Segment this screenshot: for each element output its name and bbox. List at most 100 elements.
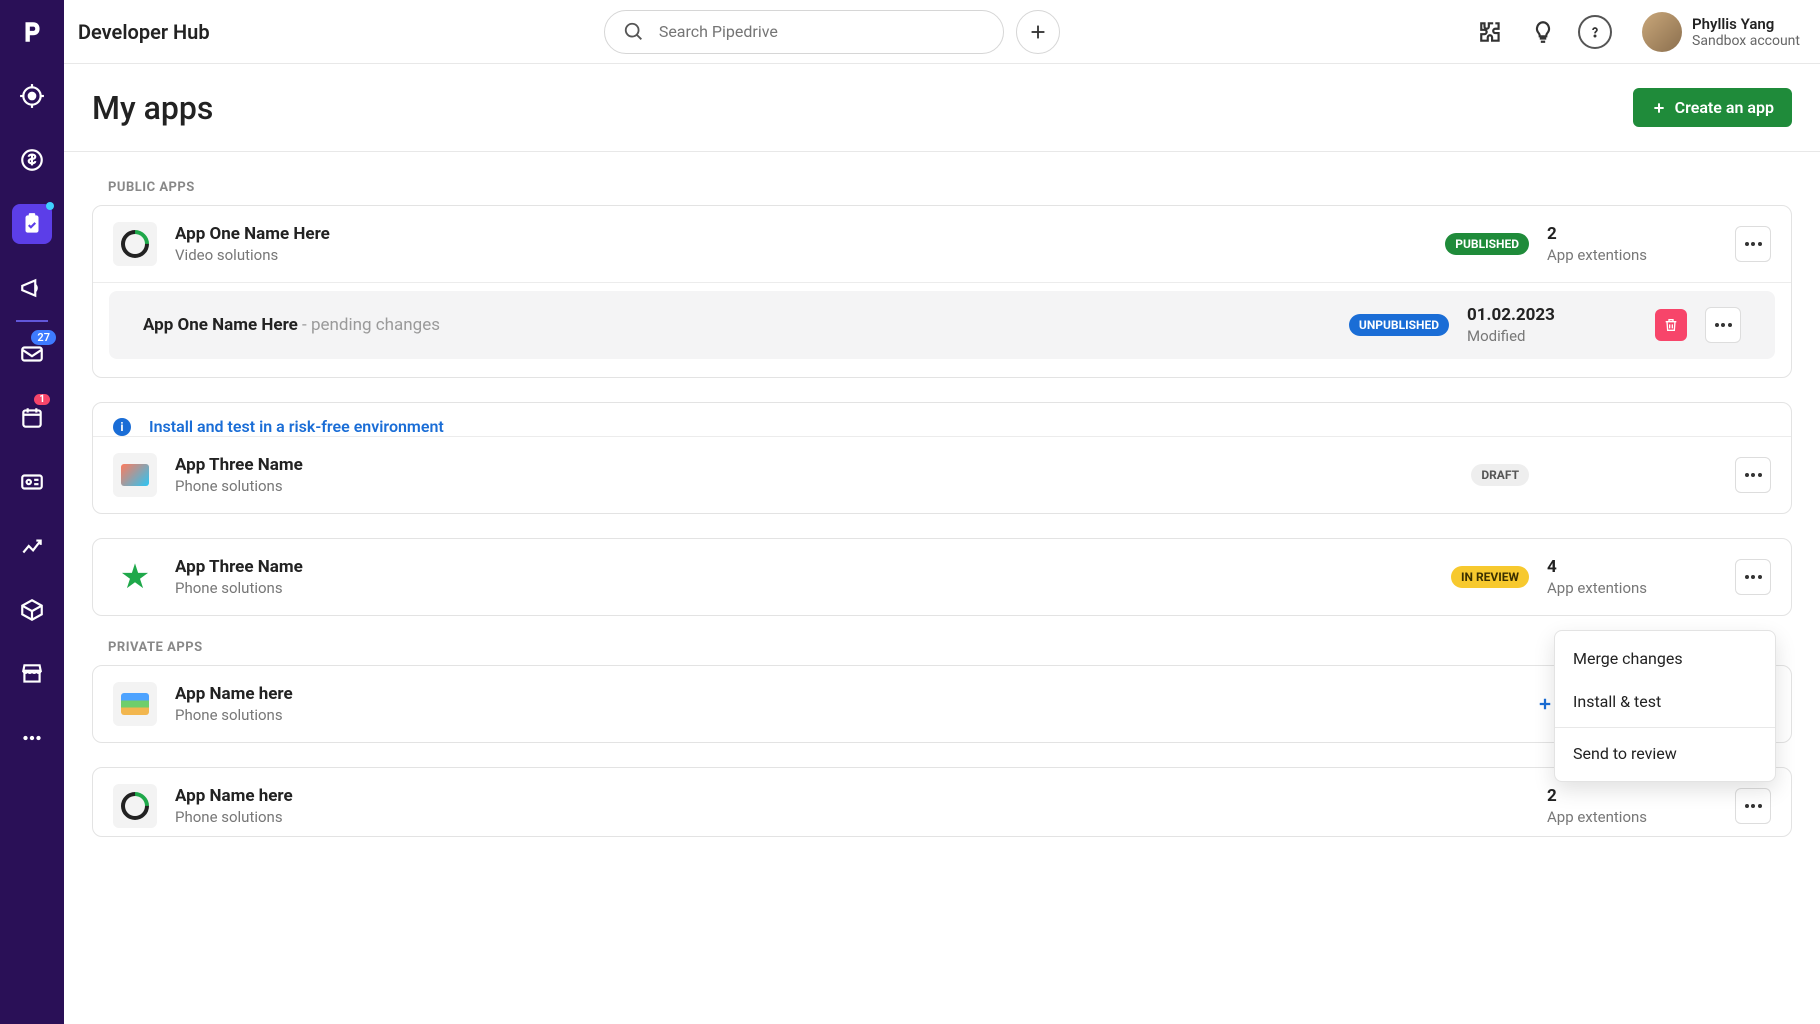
topbar: Developer Hub Phyllis Yang San	[64, 0, 1820, 64]
create-app-button[interactable]: Create an app	[1633, 88, 1792, 127]
app-row[interactable]: App One Name Here Video solutions PUBLIS…	[93, 206, 1791, 282]
app-name: App Name here	[175, 684, 1518, 704]
app-icon	[113, 453, 157, 497]
app-meta-label: App extentions	[1547, 808, 1717, 826]
page-title: My apps	[92, 89, 213, 127]
app-row[interactable]: ★ App Three Name Phone solutions IN REVI…	[93, 539, 1791, 615]
modified-date: 01.02.2023	[1467, 305, 1637, 325]
app-meta-value: 2	[1547, 224, 1717, 244]
dropdown-merge[interactable]: Merge changes	[1555, 637, 1775, 680]
app-more-button[interactable]	[1735, 788, 1771, 824]
question-icon	[1587, 24, 1603, 40]
app-desc: Phone solutions	[175, 477, 1453, 495]
sidebar-item-deals[interactable]	[0, 128, 64, 192]
app-row[interactable]: App Name here Phone solutions Add extent…	[93, 666, 1791, 742]
app-more-button[interactable]	[1735, 226, 1771, 262]
app-card-group: App Name here Phone solutions 2 App exte…	[92, 767, 1792, 837]
app-card-group: App One Name Here Video solutions PUBLIS…	[92, 205, 1792, 378]
app-actions-dropdown: Merge changes Install & test Send to rev…	[1554, 630, 1776, 782]
sidebar-item-marketplace[interactable]	[0, 642, 64, 706]
sidebar-item-more[interactable]	[0, 706, 64, 770]
main-pane: Developer Hub Phyllis Yang San	[64, 0, 1820, 1024]
app-icon	[113, 784, 157, 828]
info-link[interactable]: Install and test in a risk-free environm…	[149, 417, 444, 436]
app-desc: Phone solutions	[175, 706, 1518, 724]
content-scroll[interactable]: PUBLIC APPS App One Name Here Video solu…	[64, 152, 1820, 1024]
pending-name: App One Name Here	[143, 315, 298, 335]
search-field[interactable]	[604, 10, 1004, 54]
app-pending-row[interactable]: App One Name Here - pending changes UNPU…	[109, 291, 1775, 359]
more-icon	[19, 725, 45, 751]
info-icon: i	[113, 418, 131, 436]
status-badge: DRAFT	[1471, 464, 1529, 486]
plus-icon	[1536, 695, 1554, 713]
dollar-icon	[19, 147, 45, 173]
plus-icon	[1651, 100, 1667, 116]
mail-badge: 27	[31, 330, 56, 345]
sidebar-item-projects[interactable]	[0, 192, 64, 256]
app-name: App Three Name	[175, 557, 1433, 577]
app-desc: Phone solutions	[175, 808, 1529, 826]
sidebar-item-contacts[interactable]	[0, 450, 64, 514]
page-header: My apps Create an app	[64, 64, 1820, 152]
app-card-group: i Install and test in a risk-free enviro…	[92, 402, 1792, 514]
tips-button[interactable]	[1526, 15, 1560, 49]
app-row[interactable]: App Three Name Phone solutions DRAFT	[93, 436, 1791, 513]
user-account: Sandbox account	[1692, 33, 1800, 49]
sidebar-item-mail[interactable]: 27	[0, 322, 64, 386]
trash-icon	[1663, 317, 1679, 333]
contacts-icon	[19, 469, 45, 495]
chart-icon	[19, 533, 45, 559]
help-button[interactable]	[1578, 15, 1612, 49]
app-meta-value: 4	[1547, 557, 1717, 577]
dropdown-install[interactable]: Install & test	[1555, 680, 1775, 723]
user-menu[interactable]: Phyllis Yang Sandbox account	[1642, 12, 1800, 52]
info-banner: i Install and test in a risk-free enviro…	[93, 403, 1791, 436]
app-icon	[113, 682, 157, 726]
app-card-group: ★ App Three Name Phone solutions IN REVI…	[92, 538, 1792, 616]
avatar	[1642, 12, 1682, 52]
search-input[interactable]	[659, 22, 985, 41]
app-desc: Phone solutions	[175, 579, 1433, 597]
sidebar-item-campaigns[interactable]	[0, 256, 64, 320]
app-row[interactable]: App Name here Phone solutions 2 App exte…	[93, 768, 1791, 836]
app-desc: Video solutions	[175, 246, 1427, 264]
logo[interactable]	[0, 0, 64, 64]
sidebar-nav: 27 1	[0, 0, 64, 1024]
pending-suffix: - pending changes	[298, 315, 440, 335]
status-badge: IN REVIEW	[1451, 566, 1529, 588]
plus-icon	[1027, 21, 1049, 43]
app-icon: ★	[113, 555, 157, 599]
sidebar-item-products[interactable]	[0, 578, 64, 642]
box-icon	[19, 597, 45, 623]
app-more-button[interactable]	[1705, 307, 1741, 343]
extensions-button[interactable]	[1474, 15, 1508, 49]
store-icon	[19, 661, 45, 687]
quick-add-button[interactable]	[1016, 10, 1060, 54]
delete-button[interactable]	[1655, 309, 1687, 341]
app-meta-value: 2	[1547, 786, 1717, 806]
brand-title: Developer Hub	[78, 20, 210, 44]
activity-badge: 1	[34, 394, 50, 405]
sidebar-item-leads[interactable]	[0, 64, 64, 128]
sidebar-item-activities[interactable]: 1	[0, 386, 64, 450]
megaphone-icon	[19, 275, 45, 301]
app-name: App Name here	[175, 786, 1529, 806]
dropdown-review[interactable]: Send to review	[1555, 732, 1775, 775]
app-name: App One Name Here	[175, 224, 1427, 244]
app-name: App Three Name	[175, 455, 1453, 475]
app-more-button[interactable]	[1735, 457, 1771, 493]
user-name: Phyllis Yang	[1692, 15, 1800, 33]
sidebar-item-insights[interactable]	[0, 514, 64, 578]
app-more-button[interactable]	[1735, 559, 1771, 595]
status-badge: PUBLISHED	[1445, 233, 1529, 255]
section-private-label: PRIVATE APPS	[108, 640, 1792, 655]
app-meta-label: App extentions	[1547, 246, 1717, 264]
pipedrive-logo-icon	[19, 19, 45, 45]
create-app-label: Create an app	[1675, 98, 1774, 117]
dropdown-separator	[1555, 727, 1775, 728]
status-badge: UNPUBLISHED	[1349, 314, 1449, 336]
section-public-label: PUBLIC APPS	[108, 180, 1792, 195]
puzzle-icon	[1478, 19, 1504, 45]
clipboard-icon	[19, 211, 45, 237]
